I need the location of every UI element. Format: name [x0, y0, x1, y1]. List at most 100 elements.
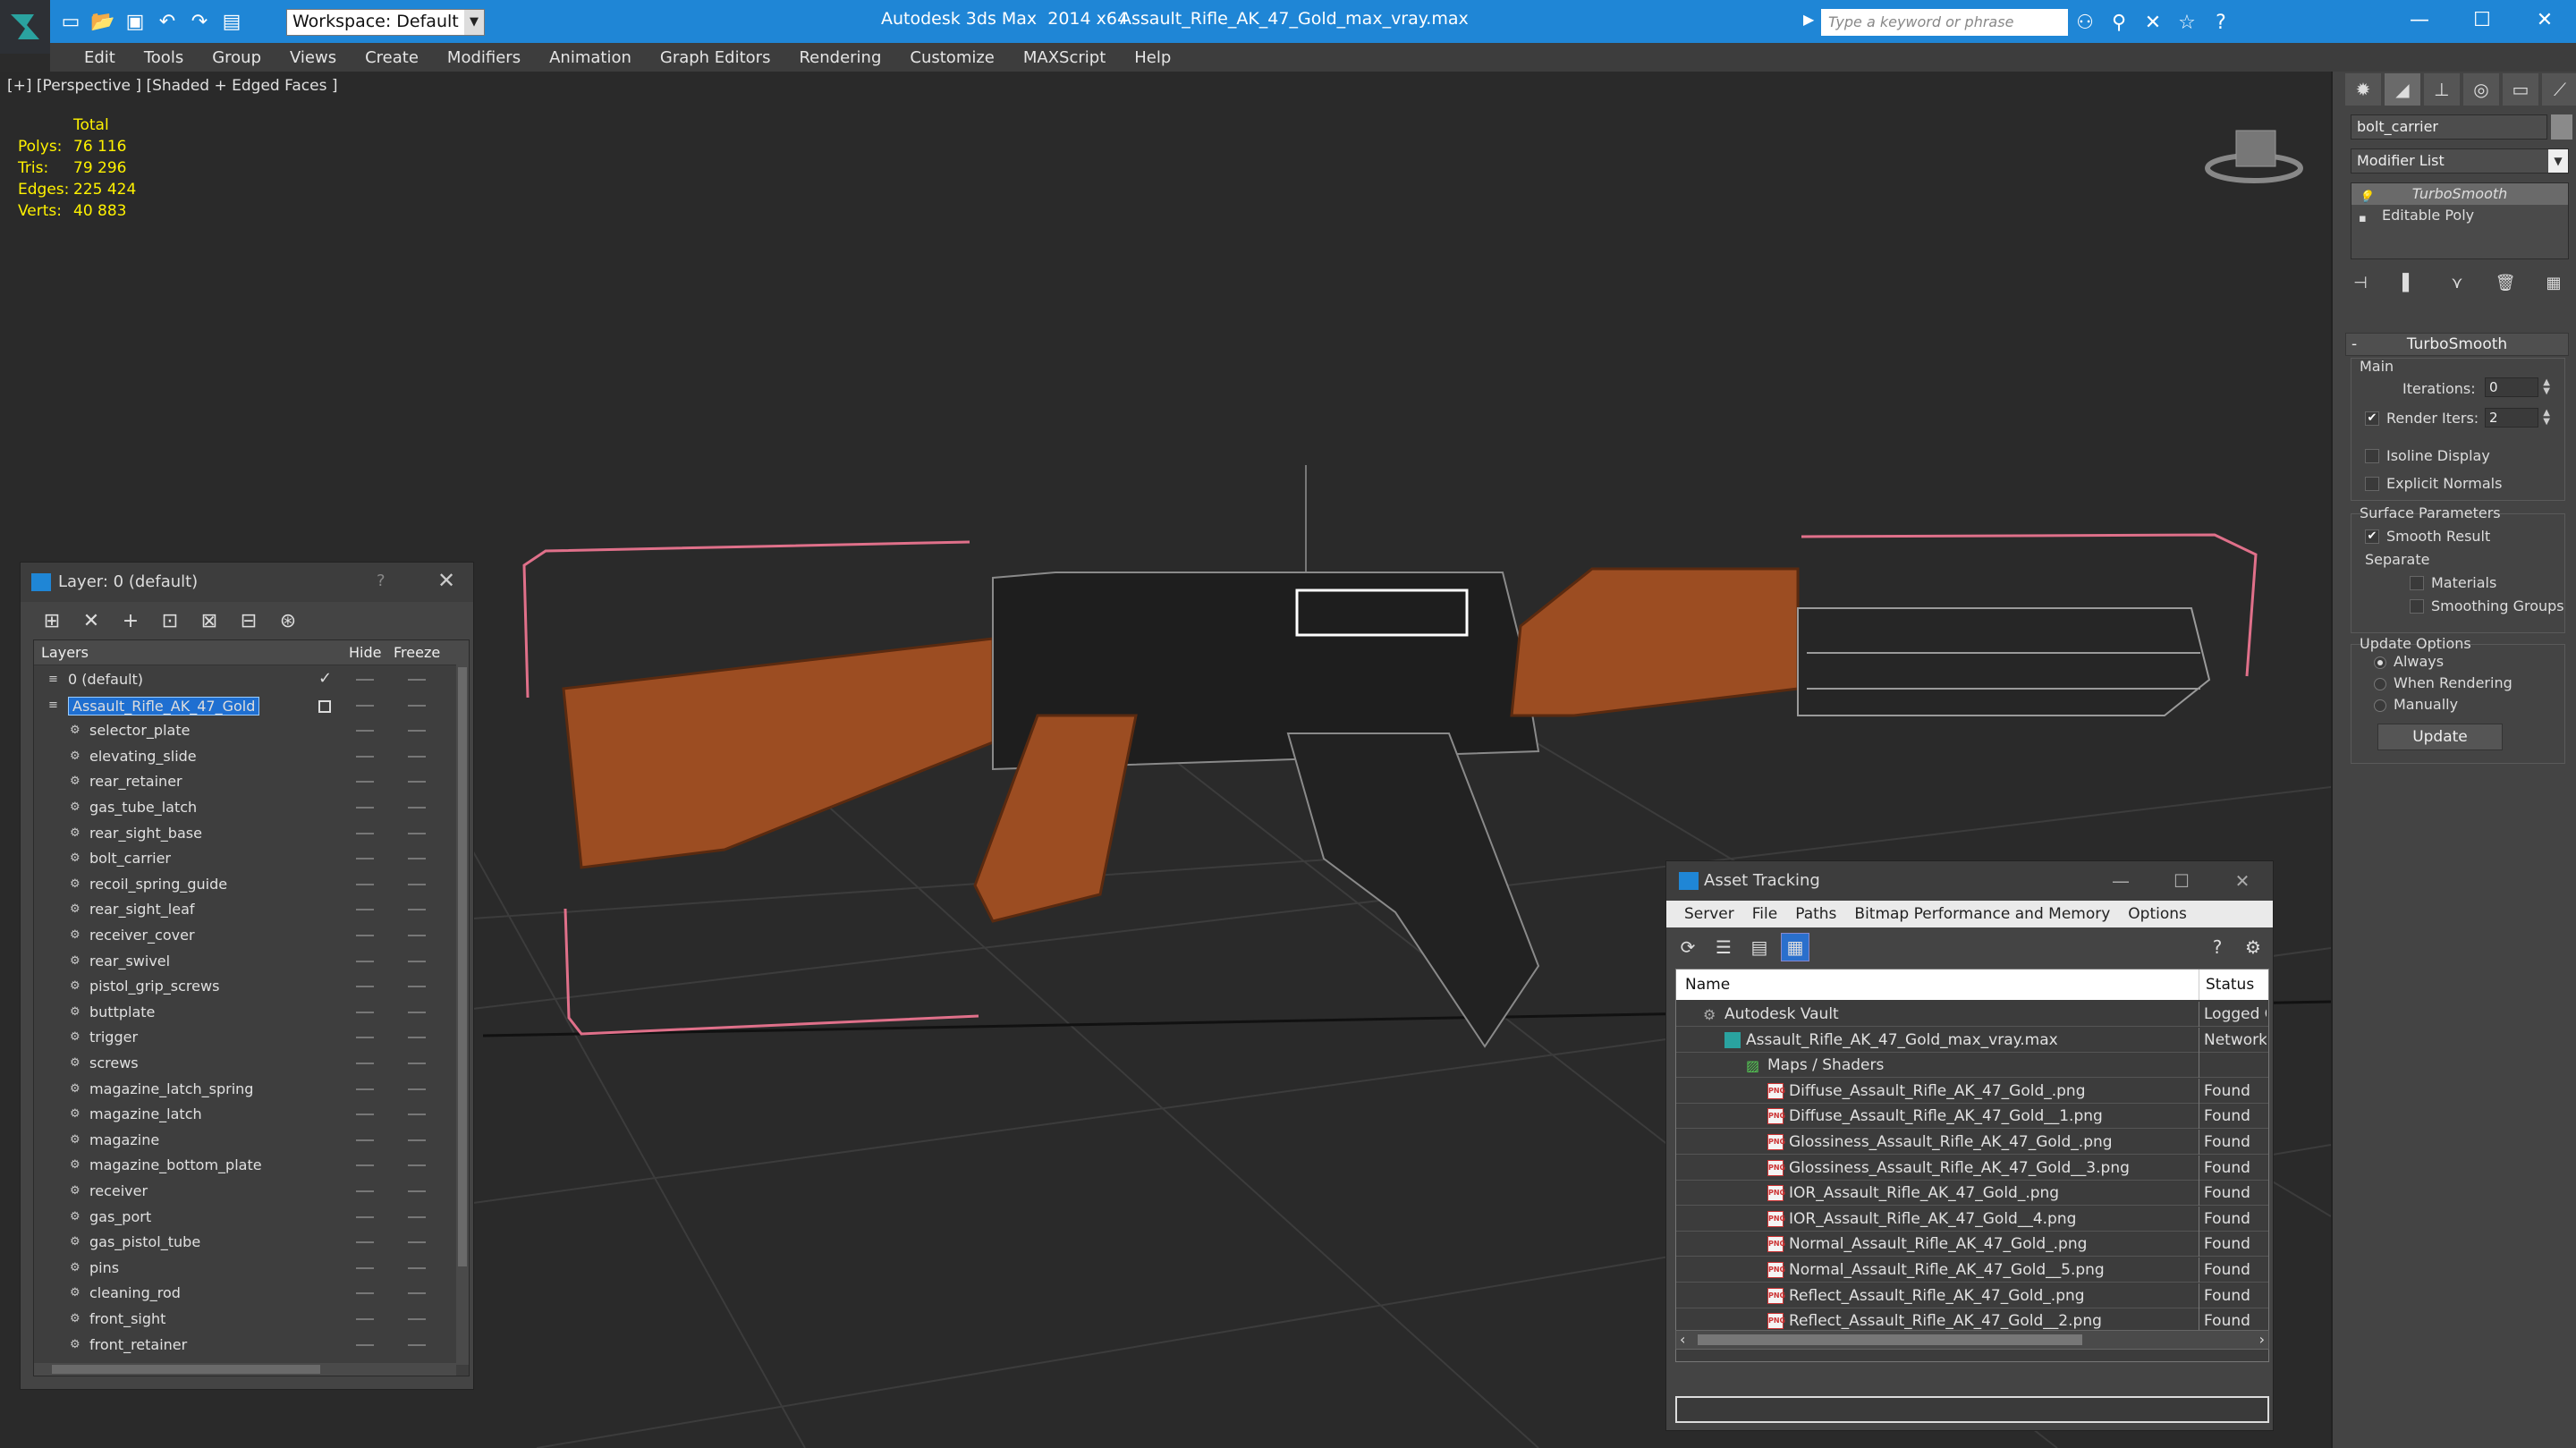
app-logo[interactable]: [0, 0, 50, 54]
menu-graph-editors[interactable]: Graph Editors: [646, 48, 785, 67]
layer-row[interactable]: ⚙ selector_plate: [34, 718, 456, 743]
hide-toggle[interactable]: [356, 1266, 374, 1269]
refresh-icon[interactable]: ⟳: [1674, 933, 1702, 961]
search-input[interactable]: Type a keyword or phrase: [1821, 9, 2068, 36]
freeze-toggle[interactable]: [408, 960, 426, 962]
asset-row[interactable]: PNG Normal_Assault_Rifle_AK_47_Gold__5.pn…: [1676, 1257, 2268, 1283]
layer-row[interactable]: ⚙ rear_sight_base: [34, 821, 456, 846]
freeze-toggle[interactable]: [408, 1318, 426, 1320]
freeze-toggle[interactable]: [408, 1063, 426, 1064]
asset-row[interactable]: PNG Glossiness_Assault_Rifle_AK_47_Gold_.…: [1676, 1130, 2268, 1155]
minimize-icon[interactable]: —: [2388, 0, 2451, 39]
spinner-arrows-icon[interactable]: ▲ ▼: [2543, 378, 2550, 396]
freeze-toggle[interactable]: [408, 807, 426, 809]
asset-row[interactable]: PNG Diffuse_Assault_Rifle_AK_47_Gold_.png…: [1676, 1078, 2268, 1104]
hide-toggle[interactable]: [356, 807, 374, 809]
menu-tools[interactable]: Tools: [130, 48, 198, 67]
remove-modifier-icon[interactable]: 🗑: [2490, 270, 2521, 295]
freeze-toggle[interactable]: [408, 1190, 426, 1192]
viewcube-icon[interactable]: [2200, 122, 2308, 198]
freeze-all-layers-icon[interactable]: ⊛: [275, 607, 301, 634]
menu-group[interactable]: Group: [198, 48, 275, 67]
modify-tab-icon[interactable]: ◢: [2385, 73, 2420, 106]
layer-row[interactable]: ⚙ magazine_latch_spring: [34, 1077, 456, 1102]
freeze-toggle[interactable]: [408, 781, 426, 783]
hide-toggle[interactable]: [356, 935, 374, 936]
scroll-thumb[interactable]: [52, 1365, 320, 1374]
layer-row[interactable]: ≡ 0 (default) ✓: [34, 667, 456, 692]
freeze-toggle[interactable]: [408, 1343, 426, 1346]
stack-item-turbosmooth[interactable]: 💡 TurboSmooth: [2351, 183, 2568, 205]
layer-row[interactable]: ⚙ trigger: [34, 1025, 456, 1050]
redo-icon[interactable]: ↷: [186, 8, 213, 35]
utilities-tab-icon[interactable]: ⟋: [2542, 73, 2576, 106]
layer-row[interactable]: ⚙ rear_swivel: [34, 949, 456, 974]
col-freeze[interactable]: Freeze: [394, 644, 440, 661]
menu-maxscript[interactable]: MAXScript: [1009, 48, 1120, 67]
freeze-toggle[interactable]: [408, 832, 426, 834]
communication-icon[interactable]: ✕: [2140, 9, 2166, 36]
layer-row[interactable]: ⚙ gas_pistol_tube: [34, 1230, 456, 1255]
hide-toggle[interactable]: [356, 704, 374, 707]
col-hide[interactable]: Hide: [349, 644, 381, 661]
hide-toggle[interactable]: [356, 1011, 374, 1013]
open-file-icon[interactable]: 📂: [89, 8, 116, 35]
maximize-icon[interactable]: ☐: [2451, 0, 2513, 39]
scroll-right-icon[interactable]: ›: [2259, 1331, 2265, 1348]
layer-row[interactable]: ≡ Assault_Rifle_AK_47_Gold: [34, 693, 456, 718]
layer-row[interactable]: ⚙ front_sight: [34, 1307, 456, 1332]
layer-horizontal-scrollbar[interactable]: [34, 1363, 456, 1376]
pin-stack-icon[interactable]: ⊣: [2345, 270, 2376, 295]
freeze-toggle[interactable]: [408, 1241, 426, 1244]
asset-menu-options[interactable]: Options: [2119, 905, 2196, 923]
expand-plus-icon[interactable]: ▪: [2359, 208, 2369, 225]
smoothing-groups-checkbox[interactable]: [2410, 599, 2424, 614]
make-unique-icon[interactable]: ⋎: [2442, 270, 2472, 295]
viewport-label[interactable]: [+] [Perspective ] [Shaded + Edged Faces…: [7, 77, 337, 95]
hierarchy-tab-icon[interactable]: ⊥: [2424, 73, 2460, 106]
layer-vertical-scrollbar[interactable]: [456, 640, 469, 1365]
hide-toggle[interactable]: [356, 1343, 374, 1346]
layer-row[interactable]: ⚙ buttplate: [34, 1000, 456, 1025]
asset-row[interactable]: PNG Normal_Assault_Rifle_AK_47_Gold_.png F…: [1676, 1232, 2268, 1257]
object-name-field[interactable]: bolt_carrier: [2351, 114, 2547, 140]
spinner-arrows-icon[interactable]: ▲ ▼: [2543, 409, 2550, 427]
layer-row[interactable]: ⚙ pins: [34, 1256, 456, 1281]
hide-toggle[interactable]: [356, 1114, 374, 1116]
layer-row[interactable]: ⚙ pistol_grip_screws: [34, 974, 456, 999]
stack-item-editable-poly[interactable]: ▪ Editable Poly: [2351, 205, 2568, 226]
hide-toggle[interactable]: [356, 960, 374, 962]
favorites-star-icon[interactable]: ☆: [2174, 9, 2200, 36]
asset-menu-bitmap[interactable]: Bitmap Performance and Memory: [1845, 905, 2119, 923]
select-objects-icon[interactable]: ⊡: [157, 607, 183, 634]
iterations-spinner[interactable]: 0 ▲ ▼: [2485, 377, 2550, 397]
asset-menu-paths[interactable]: Paths: [1786, 905, 1845, 923]
project-folder-icon[interactable]: ▤: [218, 8, 245, 35]
layer-row[interactable]: ⚙ cleaning_rod: [34, 1281, 456, 1306]
asset-row[interactable]: ▨ Maps / Shaders: [1676, 1053, 2268, 1079]
freeze-toggle[interactable]: [408, 858, 426, 860]
close-icon[interactable]: ✕: [2212, 861, 2273, 901]
hide-toggle[interactable]: [356, 832, 374, 834]
hide-toggle[interactable]: [356, 1241, 374, 1244]
freeze-toggle[interactable]: [408, 1292, 426, 1295]
menu-animation[interactable]: Animation: [535, 48, 646, 67]
col-status[interactable]: Status: [2206, 976, 2254, 994]
freeze-toggle[interactable]: [408, 1011, 426, 1013]
add-to-layer-icon[interactable]: +: [117, 607, 144, 634]
freeze-toggle[interactable]: [408, 935, 426, 936]
freeze-toggle[interactable]: [408, 679, 426, 681]
layer-row[interactable]: ⚙ rear_sight_leaf: [34, 897, 456, 922]
help-icon[interactable]: ?: [2207, 9, 2234, 36]
hide-toggle[interactable]: [356, 1088, 374, 1090]
asset-row[interactable]: PNG Glossiness_Assault_Rifle_AK_47_Gold__…: [1676, 1155, 2268, 1181]
render-iters-checkbox[interactable]: ✔: [2365, 411, 2379, 426]
close-icon[interactable]: ✕: [437, 568, 455, 593]
scroll-left-icon[interactable]: ‹: [1680, 1331, 1685, 1348]
asset-horizontal-scrollbar[interactable]: ‹ ›: [1675, 1330, 2269, 1350]
freeze-toggle[interactable]: [408, 1037, 426, 1039]
delete-layer-icon[interactable]: ✕: [78, 607, 105, 634]
manually-radio[interactable]: [2374, 699, 2386, 712]
update-button[interactable]: Update: [2377, 724, 2503, 750]
asset-row[interactable]: PNG IOR_Assault_Rifle_AK_47_Gold_.png Foun…: [1676, 1181, 2268, 1207]
